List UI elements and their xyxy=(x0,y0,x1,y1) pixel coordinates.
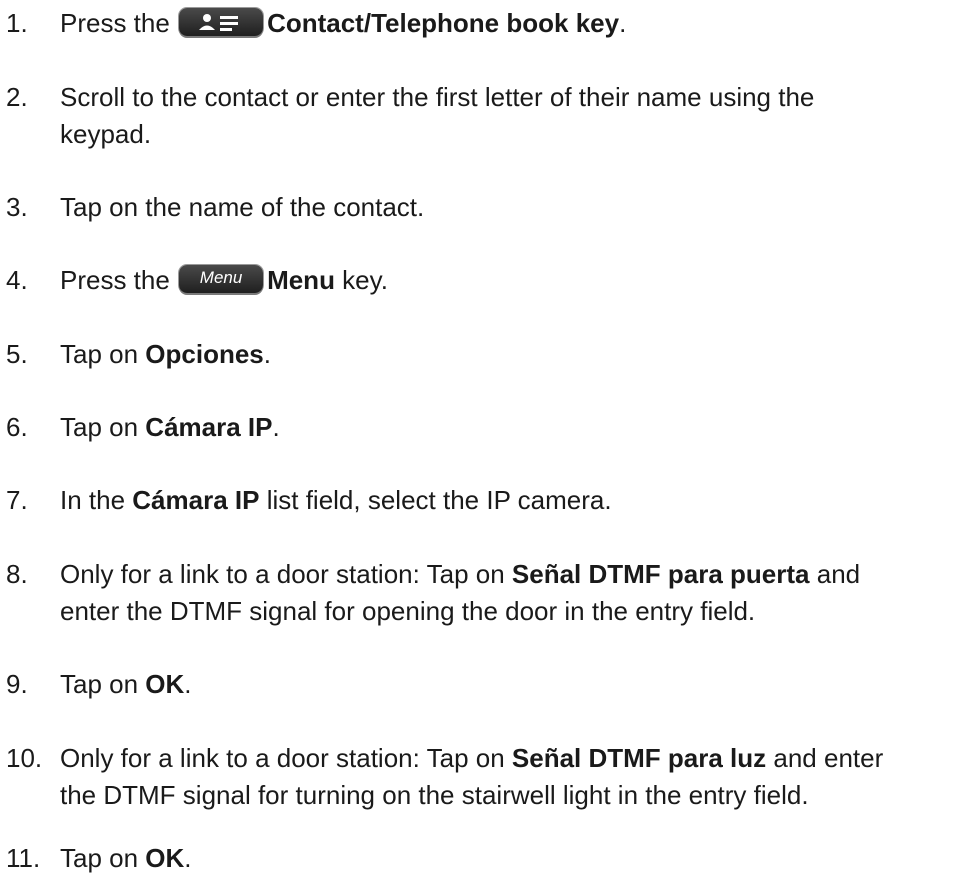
step-number: 7. xyxy=(6,485,28,515)
step-text: Only for a link to a door station: Tap o… xyxy=(60,559,861,626)
step-number: 2. xyxy=(6,82,28,112)
step-text: Press the Menu Menu key. xyxy=(60,265,388,295)
step-number: 1. xyxy=(6,8,28,38)
step-text: Tap on OK. xyxy=(60,843,192,873)
step-number: 8. xyxy=(6,559,28,589)
step-number: 11. xyxy=(6,843,41,873)
step-number: 9. xyxy=(6,669,28,699)
step-text: Tap on Opciones. xyxy=(60,339,272,369)
step-number: 3. xyxy=(6,192,28,222)
step-number: 6. xyxy=(6,412,28,442)
step-number: 10. xyxy=(6,743,43,773)
step-text: Tap on Cámara IP. xyxy=(60,412,280,442)
step-number: 5. xyxy=(6,339,28,369)
step-number: 4. xyxy=(6,265,28,295)
step-text: Press the Contact/Telephone book key. xyxy=(60,8,627,38)
step-text: In the Cámara IP list field, select the … xyxy=(60,485,612,515)
step-text: Tap on OK. xyxy=(60,669,192,699)
step-text: Only for a link to a door station: Tap o… xyxy=(60,743,884,810)
key-name: Menu xyxy=(267,265,335,295)
key-name: Contact/Telephone book key xyxy=(267,8,620,38)
instruction-steps: 1. Press the Contact/Telephone book key.… xyxy=(0,0,978,884)
step-text: Scroll to the contact or enter the first… xyxy=(60,82,815,149)
step-text: Tap on the name of the contact. xyxy=(60,192,425,222)
contact-book-key-icon xyxy=(179,8,264,37)
menu-key-icon: Menu xyxy=(179,265,264,294)
